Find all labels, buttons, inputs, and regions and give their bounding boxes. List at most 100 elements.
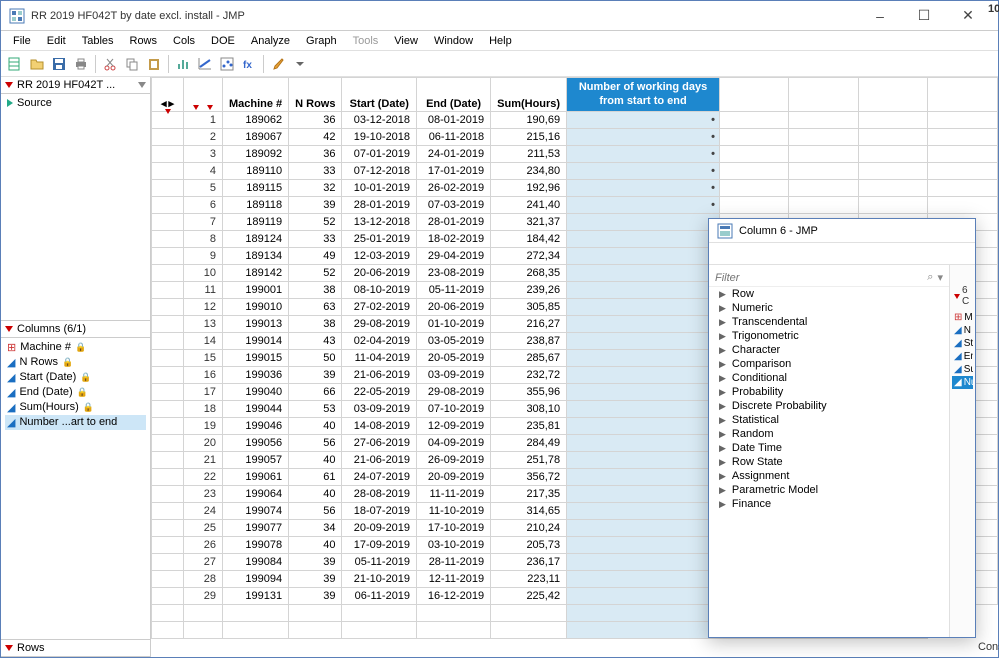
formula-cell[interactable]: • [567,112,720,129]
empty-cell[interactable] [928,163,998,180]
table-row[interactable]: 31890923607-01-201924-01-2019211,53• [152,146,998,163]
row-state-cell[interactable] [152,503,184,520]
column-header[interactable]: Machine # [222,78,288,112]
data-cell[interactable]: 234,80 [491,163,567,180]
empty-cell[interactable] [184,605,223,622]
data-cell[interactable]: 20-09-2019 [417,469,491,486]
data-cell[interactable]: 29-08-2019 [417,384,491,401]
data-cell[interactable]: 33 [289,231,342,248]
data-cell[interactable]: 21-10-2019 [342,571,417,588]
data-cell[interactable]: 199010 [222,299,288,316]
data-cell[interactable]: 28-11-2019 [417,554,491,571]
empty-cell[interactable] [289,605,342,622]
disclosure-icon[interactable] [5,326,13,332]
row-number[interactable]: 4 [184,163,223,180]
data-cell[interactable]: 314,65 [491,503,567,520]
data-cell[interactable]: 24-07-2019 [342,469,417,486]
function-category[interactable]: ▶Trigonometric [709,329,949,343]
data-cell[interactable]: 03-09-2019 [417,367,491,384]
data-cell[interactable]: 29-04-2019 [417,248,491,265]
row-number[interactable]: 13 [184,316,223,333]
function-category[interactable]: ▶Row State [709,455,949,469]
formula-cell[interactable]: • [567,129,720,146]
row-number[interactable]: 12 [184,299,223,316]
row-number[interactable]: 29 [184,588,223,605]
row-state-cell[interactable] [152,214,184,231]
function-category[interactable]: ▶Comparison [709,357,949,371]
data-cell[interactable]: 285,67 [491,350,567,367]
column-chip[interactable]: ◢St [952,337,973,350]
data-cell[interactable]: 210,24 [491,520,567,537]
toolbar-distribution-icon[interactable] [173,54,193,74]
formula-cell[interactable]: • [567,418,720,435]
function-category[interactable]: ▶Finance [709,497,949,511]
rows-panel-header[interactable]: Rows [1,639,150,657]
formula-cell[interactable]: • [567,316,720,333]
menu-doe[interactable]: DOE [203,33,243,49]
empty-cell[interactable] [491,622,567,639]
row-state-cell[interactable] [152,333,184,350]
column-header[interactable]: End (Date) [417,78,491,112]
data-cell[interactable]: 13-12-2018 [342,214,417,231]
data-cell[interactable]: 356,72 [491,469,567,486]
column-chip[interactable]: ◢Nu [952,376,973,389]
menu-analyze[interactable]: Analyze [243,33,298,49]
formula-titlebar[interactable]: Column 6 - JMP [709,219,975,243]
data-cell[interactable]: 39 [289,367,342,384]
data-cell[interactable]: 284,49 [491,435,567,452]
row-state-cell[interactable] [152,316,184,333]
menu-file[interactable]: File [5,33,39,49]
toolbar-save-icon[interactable] [49,54,69,74]
data-cell[interactable]: 199001 [222,282,288,299]
data-cell[interactable]: 189118 [222,197,288,214]
data-cell[interactable]: 190,69 [491,112,567,129]
data-cell[interactable]: 56 [289,435,342,452]
row-number[interactable]: 28 [184,571,223,588]
table-panel-header[interactable]: RR 2019 HF042T ... [1,77,150,94]
table-row[interactable]: 21890674219-10-201806-11-2018215,16• [152,129,998,146]
data-cell[interactable]: 199131 [222,588,288,605]
row-number[interactable]: 21 [184,452,223,469]
empty-cell[interactable] [858,129,928,146]
empty-cell[interactable] [719,146,789,163]
empty-cell[interactable] [928,112,998,129]
empty-cell[interactable] [417,622,491,639]
formula-cell[interactable]: • [567,401,720,418]
empty-column-header[interactable] [858,78,928,112]
data-cell[interactable]: 34 [289,520,342,537]
row-state-cell[interactable] [152,486,184,503]
row-number[interactable]: 5 [184,180,223,197]
data-cell[interactable]: 272,34 [491,248,567,265]
row-state-cell[interactable] [152,350,184,367]
function-category[interactable]: ▶Discrete Probability [709,399,949,413]
data-cell[interactable]: 199013 [222,316,288,333]
formula-cell[interactable]: • [567,265,720,282]
data-cell[interactable]: 199094 [222,571,288,588]
data-cell[interactable]: 251,78 [491,452,567,469]
data-cell[interactable]: 07-01-2019 [342,146,417,163]
data-cell[interactable]: 28-08-2019 [342,486,417,503]
toolbar-fx-icon[interactable]: fx [239,54,259,74]
formula-cell[interactable]: • [567,435,720,452]
titlebar[interactable]: RR 2019 HF042T by date excl. install - J… [1,1,998,31]
data-cell[interactable]: 33 [289,163,342,180]
data-cell[interactable]: 05-11-2019 [342,554,417,571]
column-item[interactable]: ◢Start (Date)🔒 [5,370,146,385]
row-number[interactable]: 1 [184,112,223,129]
menu-rows[interactable]: Rows [122,33,166,49]
empty-cell[interactable] [342,622,417,639]
empty-cell[interactable] [928,129,998,146]
data-cell[interactable]: 05-11-2019 [417,282,491,299]
data-cell[interactable]: 189134 [222,248,288,265]
row-state-cell[interactable] [152,418,184,435]
column-item[interactable]: ◢N Rows🔒 [5,355,146,370]
toolbar-paste-icon[interactable] [144,54,164,74]
data-cell[interactable]: 50 [289,350,342,367]
menu-edit[interactable]: Edit [39,33,74,49]
formula-column-header[interactable]: Number of working daysfrom start to end [567,78,720,112]
row-state-cell[interactable] [152,163,184,180]
empty-cell[interactable] [222,605,288,622]
row-number[interactable]: 22 [184,469,223,486]
formula-cell[interactable]: • [567,588,720,605]
data-cell[interactable]: 236,17 [491,554,567,571]
